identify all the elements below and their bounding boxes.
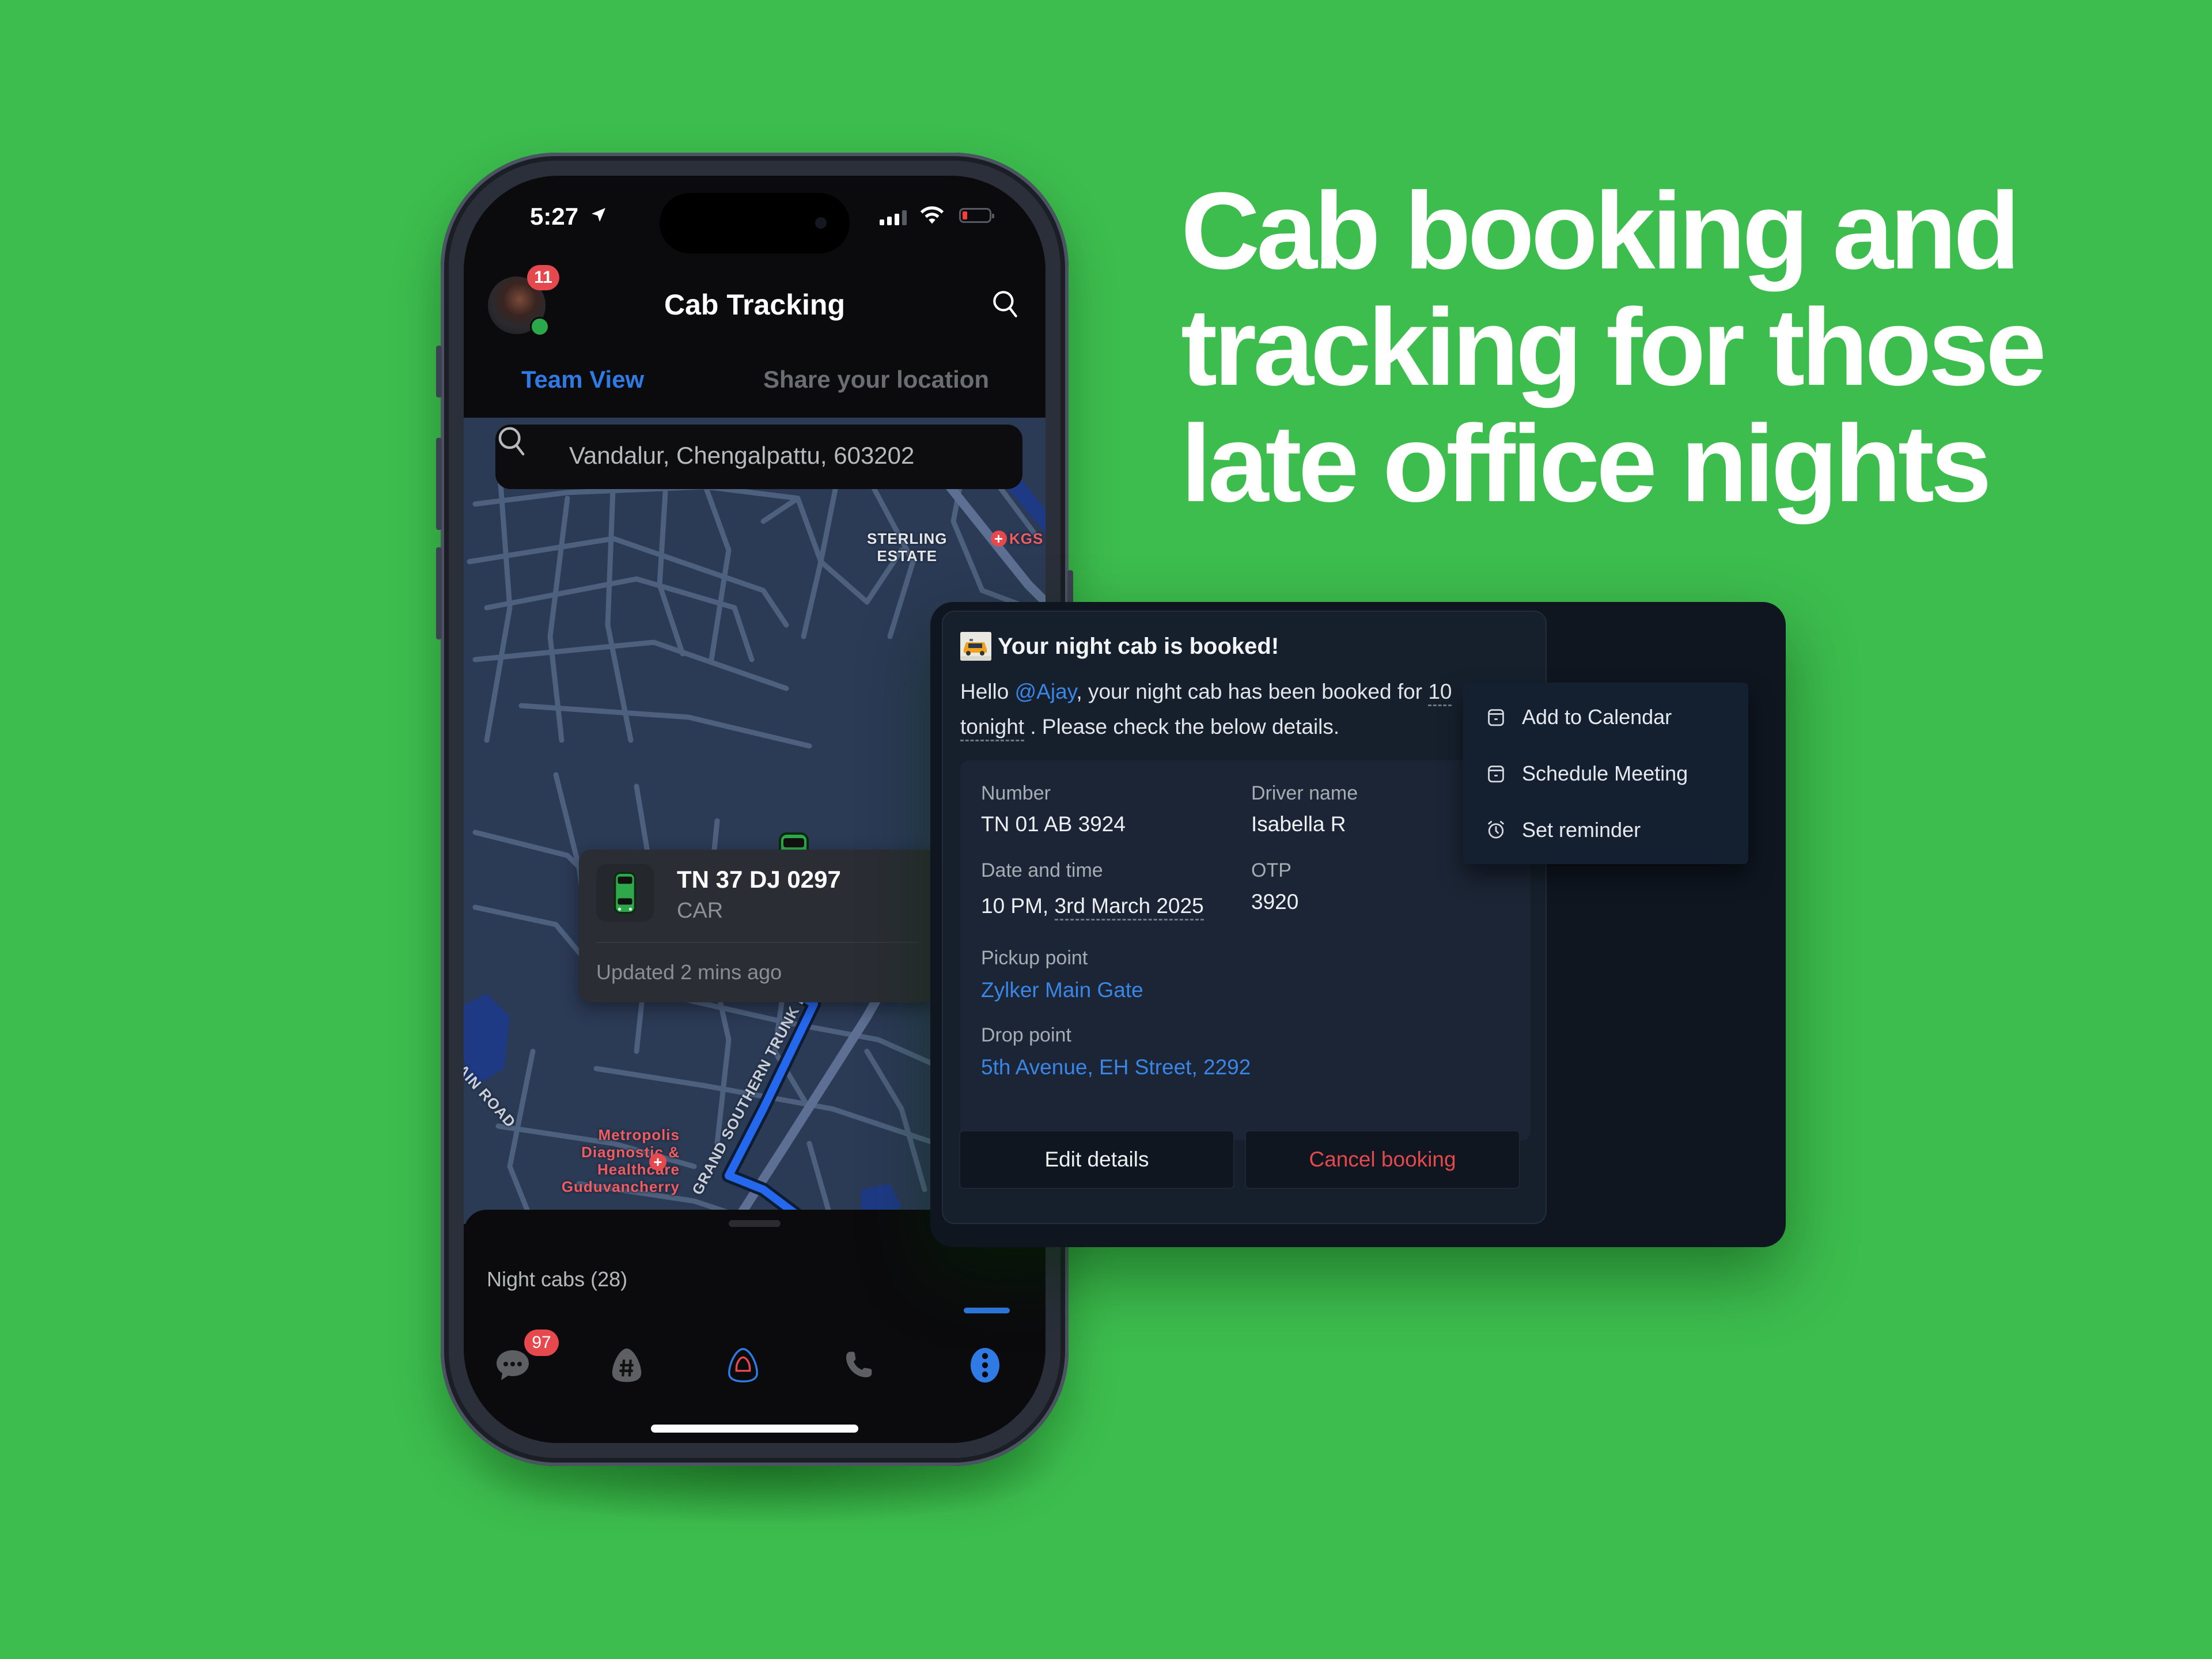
booking-card: Your night cab is booked! Hello @Ajay, y… bbox=[942, 611, 1547, 1224]
nav-calls[interactable] bbox=[832, 1339, 884, 1391]
drop-link[interactable]: 5th Avenue, EH Street, 2292 bbox=[981, 1055, 1251, 1080]
phone-volume-up-button bbox=[436, 438, 442, 530]
phone-action-button bbox=[436, 346, 442, 397]
signal-icon bbox=[880, 210, 907, 225]
time-token[interactable]: 10 bbox=[1428, 680, 1452, 706]
message-text: , your night cab has been booked for bbox=[1076, 680, 1429, 703]
camera-icon bbox=[815, 217, 827, 229]
sheet-grabber[interactable] bbox=[729, 1220, 781, 1227]
vehicle-type: CAR bbox=[677, 899, 724, 923]
app-title: Cab Tracking bbox=[664, 289, 845, 321]
divider bbox=[596, 942, 919, 943]
tab-share-location[interactable]: Share your location bbox=[763, 366, 989, 393]
headline: Cab booking and tracking for those late … bbox=[1181, 173, 2160, 522]
hospital-icon: + bbox=[991, 531, 1007, 547]
datetime-label: Date and time bbox=[981, 859, 1103, 881]
search-icon bbox=[498, 427, 525, 456]
message-greeting: Hello bbox=[960, 680, 1015, 703]
hospital-icon: + bbox=[649, 1153, 666, 1171]
status-time: 5:27 bbox=[530, 203, 579, 230]
number-label: Number bbox=[981, 782, 1051, 804]
menu-item-set-reminder[interactable]: Set reminder bbox=[1486, 813, 1641, 847]
booking-title: Your night cab is booked! bbox=[998, 634, 1279, 659]
pickup-label: Pickup point bbox=[981, 947, 1088, 969]
drop-label: Drop point bbox=[981, 1024, 1071, 1046]
menu-item-label: Add to Calendar bbox=[1522, 705, 1672, 729]
active-tab-indicator bbox=[964, 1308, 1010, 1313]
cancel-booking-button[interactable]: Cancel booking bbox=[1245, 1130, 1520, 1189]
wifi-icon bbox=[920, 206, 944, 224]
home-indicator[interactable] bbox=[651, 1425, 858, 1433]
tab-team-view[interactable]: Team View bbox=[521, 366, 644, 393]
number-value: TN 01 AB 3924 bbox=[981, 812, 1126, 836]
otp-value: 3920 bbox=[1251, 890, 1299, 914]
vehicle-icon-box bbox=[596, 864, 654, 922]
edit-details-button[interactable]: Edit details bbox=[959, 1130, 1234, 1189]
headline-line-1: Cab booking and bbox=[1181, 170, 2020, 292]
message-tail: . Please check the below details. bbox=[1024, 715, 1340, 738]
vehicle-info-card[interactable]: TN 37 DJ 0297 CAR Updated 2 mins ago bbox=[579, 850, 936, 1002]
phone-icon bbox=[846, 1351, 872, 1377]
menu-item-schedule-meeting[interactable]: Schedule Meeting bbox=[1486, 756, 1688, 791]
driver-label: Driver name bbox=[1251, 782, 1358, 804]
datetime-date-token[interactable]: 3rd March 2025 bbox=[1054, 894, 1204, 921]
map-poi-kgs[interactable]: + KGS bbox=[991, 530, 1043, 547]
vehicle-plate: TN 37 DJ 0297 bbox=[677, 866, 841, 893]
car-icon bbox=[614, 872, 636, 914]
more-vertical-icon bbox=[971, 1348, 999, 1382]
headline-line-3: late office nights bbox=[1181, 403, 1992, 525]
chat-bubble-icon bbox=[497, 1350, 529, 1380]
vehicle-updated-time: Updated 2 mins ago bbox=[596, 960, 782, 984]
battery-low-icon bbox=[959, 208, 994, 223]
dynamic-island bbox=[660, 193, 850, 253]
headline-line-2: tracking for those bbox=[1181, 286, 2047, 408]
hashtag-icon bbox=[612, 1348, 642, 1382]
nav-more[interactable] bbox=[959, 1339, 1011, 1391]
context-menu: Add to Calendar Schedule Meeting Set rem… bbox=[1463, 683, 1748, 864]
booking-message: Hello @Ajay, your night cab has been boo… bbox=[960, 674, 1525, 744]
calendar-icon bbox=[1488, 709, 1504, 726]
location-arrow-icon bbox=[592, 208, 605, 222]
calendar-icon bbox=[1488, 766, 1504, 783]
day-token[interactable]: tonight bbox=[960, 715, 1025, 741]
user-mention[interactable]: @Ajay bbox=[1015, 680, 1077, 703]
taxi-emoji-icon bbox=[960, 632, 991, 661]
avatar-notification-badge: 11 bbox=[527, 265, 559, 290]
driver-value: Isabella R bbox=[1251, 812, 1346, 836]
menu-item-add-to-calendar[interactable]: Add to Calendar bbox=[1486, 700, 1672, 734]
phone-volume-down-button bbox=[436, 547, 442, 639]
booking-details: Number TN 01 AB 3924 Driver name Isabell… bbox=[960, 760, 1531, 1141]
datetime-value: 10 PM, 3rd March 2025 bbox=[981, 894, 1204, 921]
search-icon[interactable] bbox=[991, 289, 1020, 320]
map-search-input[interactable]: Vandalur, Chengalpattu, 603202 bbox=[569, 442, 914, 469]
alarm-clock-icon bbox=[1488, 821, 1504, 839]
chats-unread-badge: 97 bbox=[524, 1330, 559, 1356]
menu-item-label: Set reminder bbox=[1522, 818, 1641, 842]
battery-level bbox=[963, 211, 967, 219]
otp-label: OTP bbox=[1251, 859, 1291, 881]
datetime-time: 10 PM, bbox=[981, 894, 1049, 918]
menu-item-label: Schedule Meeting bbox=[1522, 762, 1688, 785]
nav-home[interactable] bbox=[717, 1339, 769, 1391]
map-search-bar[interactable]: Vandalur, Chengalpattu, 603202 bbox=[495, 425, 1022, 489]
night-cabs-title: Night cabs (28) bbox=[487, 1267, 628, 1291]
pickup-link[interactable]: Zylker Main Gate bbox=[981, 978, 1143, 1002]
home-bell-icon bbox=[728, 1348, 758, 1382]
map-label-sterling-estate: STERLING ESTATE bbox=[867, 530, 948, 565]
nav-channels[interactable] bbox=[601, 1339, 653, 1391]
